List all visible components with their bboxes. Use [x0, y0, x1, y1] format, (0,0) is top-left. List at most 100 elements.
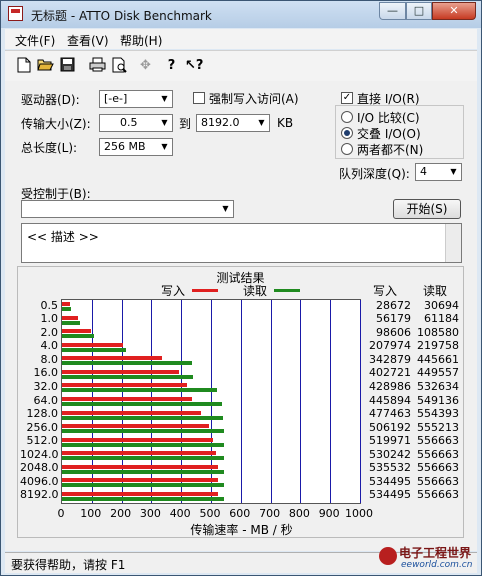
x-tick-label: 1000: [345, 507, 373, 520]
new-icon[interactable]: [15, 57, 32, 74]
chevron-down-icon: ▼: [450, 167, 457, 176]
app-icon: [8, 6, 23, 21]
x-tick-label: 0: [57, 507, 65, 520]
write-value: 428986: [369, 379, 411, 393]
read-value: 61184: [424, 312, 459, 326]
y-tick-label: 32.0: [33, 379, 59, 393]
chevron-down-icon: ▼: [161, 142, 168, 151]
drive-select[interactable]: [-e-] ▼: [99, 90, 173, 108]
write-bar: [62, 369, 180, 374]
read-value: 556663: [417, 461, 459, 475]
overlapped-io-label: 交叠 I/O(O): [357, 127, 421, 141]
chevron-down-icon: ▼: [258, 118, 265, 127]
total-length-select[interactable]: 256 MB ▼: [99, 138, 173, 156]
read-bar: [62, 320, 80, 325]
direct-io-checkbox[interactable]: ✓: [341, 92, 353, 104]
y-tick-label: 2.0: [40, 325, 59, 339]
write-value: 402721: [369, 366, 411, 380]
gridline: [300, 300, 302, 503]
read-column-header: 读取: [423, 284, 448, 298]
menu-view[interactable]: 查看(V): [67, 32, 109, 49]
write-value: 445894: [369, 393, 411, 407]
menu-help[interactable]: 帮助(H): [120, 32, 162, 49]
read-bar: [62, 374, 193, 379]
menu-bar: 文件(F) 查看(V) 帮助(H): [5, 29, 477, 49]
read-value: 449557: [417, 366, 459, 380]
write-bar: [62, 478, 218, 483]
read-value: 108580: [417, 325, 459, 339]
force-write-label: 强制写入访问(A): [209, 92, 299, 106]
write-column-header: 写入: [373, 284, 398, 298]
legend-read-swatch: [274, 289, 300, 292]
overlapped-io-radio[interactable]: [341, 127, 353, 139]
write-bar: [62, 424, 210, 429]
write-value: 98606: [376, 325, 411, 339]
force-write-checkbox[interactable]: [193, 92, 205, 104]
neither-radio[interactable]: [341, 143, 353, 155]
read-bar: [62, 469, 224, 474]
write-value: 530242: [369, 447, 411, 461]
y-tick-label: 256.0: [26, 420, 59, 434]
read-bar: [62, 307, 71, 312]
write-value: 342879: [369, 352, 411, 366]
legend-read-label: 读取: [243, 284, 268, 298]
x-tick-label: 400: [169, 507, 191, 520]
chevron-down-icon: ▼: [161, 94, 168, 103]
transfer-to-select[interactable]: 8192.0 ▼: [196, 114, 270, 132]
write-bar: [62, 315, 79, 320]
x-tick-label: 900: [318, 507, 340, 520]
write-bar: [62, 451, 217, 456]
context-help-icon[interactable]: ↖?: [185, 57, 203, 74]
save-icon[interactable]: [59, 57, 76, 74]
results-chart: 测试结果 写入 读取 写入 读取 0.5 1.0 2.0 4.0 8.0 16.0 32.0…: [17, 266, 464, 538]
help-icon[interactable]: ?: [163, 57, 180, 74]
menu-file[interactable]: 文件(F): [15, 32, 55, 49]
chevron-down-icon: ▼: [222, 204, 229, 213]
read-bar: [62, 456, 224, 461]
start-button[interactable]: 开始(S): [393, 199, 461, 219]
y-tick-label: 64.0: [33, 393, 59, 407]
write-value: 535532: [369, 461, 411, 475]
gridline: [240, 300, 242, 503]
read-value: 30694: [424, 298, 459, 312]
transfer-from-select[interactable]: 0.5 ▼: [99, 114, 173, 132]
write-bar: [62, 383, 187, 388]
io-compare-radio[interactable]: [341, 111, 353, 123]
read-bar: [62, 361, 192, 366]
to-label: 到: [179, 117, 192, 131]
x-tick-label: 100: [80, 507, 102, 520]
maximize-button[interactable]: □: [406, 2, 432, 20]
read-bar: [62, 402, 222, 406]
print-preview-icon[interactable]: [111, 57, 128, 74]
description-box[interactable]: << 描述 >>: [21, 223, 462, 263]
controlled-by-select[interactable]: ▼: [21, 200, 234, 218]
x-tick-label: 300: [139, 507, 161, 520]
read-value: 556663: [417, 488, 459, 502]
read-value: 555213: [417, 420, 459, 434]
description-scrollbar[interactable]: [445, 224, 461, 262]
close-button[interactable]: ✕: [432, 2, 476, 20]
y-tick-label: 8192.0: [20, 488, 59, 502]
main-panel: 驱动器(D): [-e-] ▼ 强制写入访问(A) ✓ 直接 I/O(R) 传输…: [5, 81, 477, 551]
print-icon[interactable]: [89, 57, 106, 74]
write-value: 534495: [369, 474, 411, 488]
open-icon[interactable]: [37, 57, 54, 74]
transfer-to-value: 8192.0: [201, 116, 240, 129]
read-value: 219758: [417, 339, 459, 353]
app-window: 无标题 - ATTO Disk Benchmark — □ ✕ 文件(F) 查看…: [0, 0, 482, 576]
y-tick-label: 1024.0: [20, 447, 59, 461]
read-bar: [62, 429, 224, 434]
read-bar: [62, 388, 217, 393]
y-tick-label: 512.0: [26, 434, 59, 448]
write-value: 506192: [369, 420, 411, 434]
status-text: 要获得帮助，请按 F1: [11, 558, 126, 572]
read-bar: [62, 496, 224, 501]
chevron-down-icon: ▼: [161, 118, 168, 127]
read-bar: [62, 415, 224, 420]
read-bar: [62, 442, 224, 447]
queue-depth-select[interactable]: 4 ▼: [415, 163, 462, 181]
minimize-button[interactable]: —: [379, 2, 406, 20]
toolbar: ✥ ? ↖?: [5, 50, 477, 82]
read-value: 556663: [417, 447, 459, 461]
window-title: 无标题 - ATTO Disk Benchmark: [31, 9, 212, 23]
